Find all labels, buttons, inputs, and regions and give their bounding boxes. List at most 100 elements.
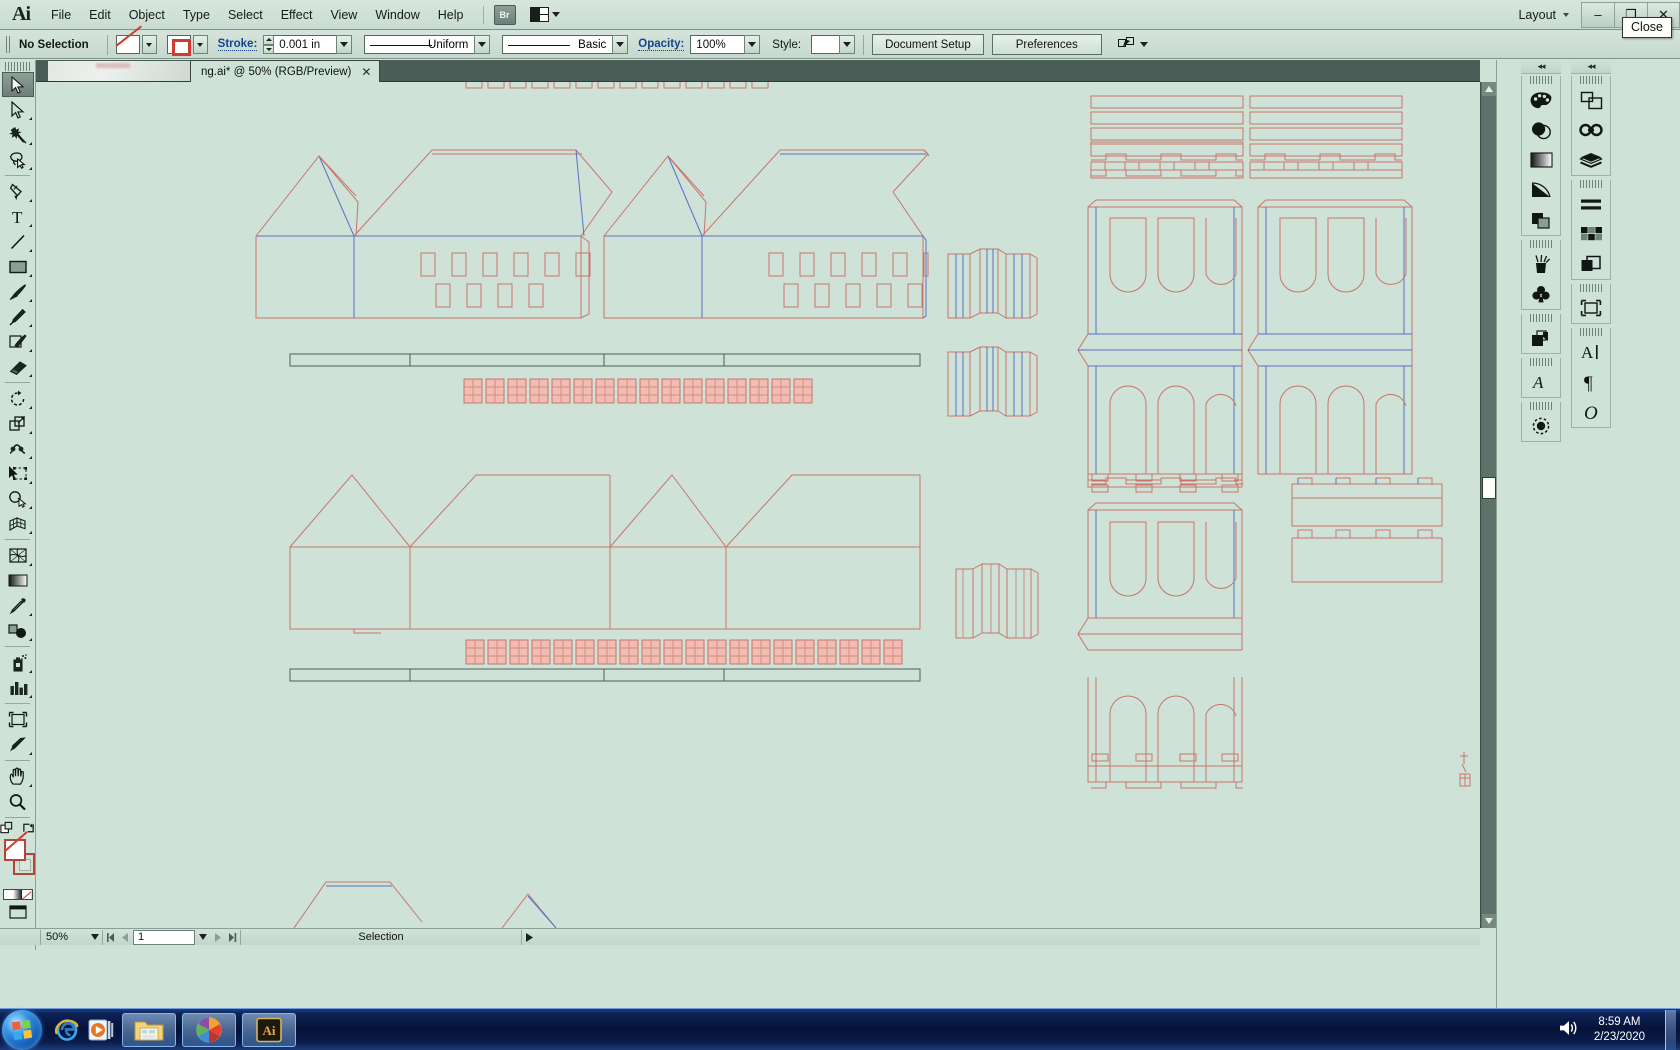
panel-group-grip[interactable]	[1580, 180, 1602, 188]
document-setup-button[interactable]: Document Setup	[872, 34, 984, 55]
magic-wand-tool[interactable]	[2, 122, 34, 147]
status-menu-icon[interactable]	[522, 930, 537, 945]
minimize-button[interactable]: –	[1581, 1, 1614, 28]
symbols-panel-icon[interactable]	[1522, 279, 1560, 309]
zoom-level-dropdown[interactable]	[87, 930, 102, 945]
pencil-tool[interactable]	[2, 304, 34, 329]
layers-panel-icon[interactable]	[1572, 145, 1610, 175]
change-screen-mode-icon[interactable]	[0, 900, 35, 924]
tools-panel-grip[interactable]	[5, 62, 30, 71]
menu-view[interactable]: View	[321, 4, 366, 26]
control-bar-grip[interactable]	[6, 36, 12, 53]
menu-window[interactable]: Window	[366, 4, 428, 26]
character-panel-icon[interactable]: A	[1572, 337, 1610, 367]
stroke-profile-combo[interactable]: Uniform	[364, 35, 491, 54]
close-icon[interactable]: ✕	[359, 65, 373, 79]
blob-brush-tool[interactable]	[2, 329, 34, 354]
blend-tool[interactable]	[2, 618, 34, 643]
previous-artboard-icon[interactable]	[118, 930, 133, 945]
menu-help[interactable]: Help	[429, 4, 473, 26]
internet-explorer-icon[interactable]	[52, 1015, 82, 1045]
fill-swatch-dropdown[interactable]	[141, 35, 157, 54]
glyphs-panel-icon[interactable]: O	[1572, 397, 1610, 427]
zoom-tool[interactable]	[2, 789, 34, 814]
document-tab[interactable]: ng.ai* @ 50% (RGB/Preview) ✕	[190, 60, 381, 82]
select-similar-objects-icon[interactable]	[1117, 36, 1136, 53]
stroke-weight-dropdown[interactable]	[336, 35, 353, 54]
panel-group-grip[interactable]	[1580, 76, 1602, 84]
scroll-up-arrow[interactable]	[1482, 82, 1496, 96]
opacity-label[interactable]: Opacity:	[638, 38, 685, 51]
stroke-red-swatch[interactable]	[166, 35, 191, 56]
status-text[interactable]: Selection	[241, 931, 521, 943]
go-to-bridge-icon[interactable]: Br	[493, 4, 516, 25]
menu-type[interactable]: Type	[174, 4, 219, 26]
brushes-panel-icon[interactable]	[1522, 249, 1560, 279]
arrange-documents-button[interactable]	[529, 7, 560, 22]
scroll-down-arrow[interactable]	[1482, 914, 1496, 928]
menu-edit[interactable]: Edit	[80, 4, 120, 26]
artboard-tool[interactable]	[2, 707, 34, 732]
color-swatch-icon[interactable]	[3, 890, 13, 899]
next-artboard-icon[interactable]	[210, 930, 225, 945]
stroke-weight-value[interactable]: 0.001 in	[274, 35, 337, 54]
panel-group-grip[interactable]	[1580, 284, 1602, 292]
show-desktop-button[interactable]	[1665, 1009, 1676, 1050]
artboards-panel-icon[interactable]	[1572, 293, 1610, 323]
stroke-weight-stepper[interactable]	[263, 35, 275, 54]
gradient-tool[interactable]	[2, 568, 34, 593]
style-value[interactable]	[811, 35, 840, 54]
opacity-dropdown[interactable]	[744, 35, 761, 54]
mesh-tool[interactable]	[2, 543, 34, 568]
zoom-level-field[interactable]: 50%	[41, 929, 87, 946]
menu-object[interactable]: Object	[120, 4, 174, 26]
stroke-label[interactable]: Stroke:	[217, 38, 258, 51]
appearance-panel-icon[interactable]	[1522, 205, 1560, 235]
paintbrush-tool[interactable]	[2, 279, 34, 304]
stroke-profile-dropdown[interactable]	[474, 35, 491, 54]
menu-select[interactable]: Select	[219, 4, 272, 26]
default-fill-stroke-icon[interactable]	[0, 821, 14, 835]
opacity-combo[interactable]: 100%	[690, 35, 761, 54]
color-guide-panel-icon[interactable]	[1522, 115, 1560, 145]
stroke-swatch-dropdown[interactable]	[192, 35, 208, 54]
menu-effect[interactable]: Effect	[272, 4, 322, 26]
shape-builder-tool[interactable]	[2, 486, 34, 511]
color-gradient-none-swatches[interactable]	[2, 889, 33, 900]
first-artboard-icon[interactable]	[103, 930, 118, 945]
links-panel-icon[interactable]	[1572, 115, 1610, 145]
rotate-tool[interactable]	[2, 386, 34, 411]
lasso-tool[interactable]	[2, 147, 34, 172]
style-dropdown[interactable]	[839, 35, 856, 54]
color-panel-icon[interactable]	[1522, 85, 1560, 115]
fill-none-swatch[interactable]	[115, 35, 140, 54]
collapse-panels-left[interactable]: ◂◂	[1521, 60, 1561, 74]
align-panel-icon[interactable]	[1572, 189, 1610, 219]
direct-selection-tool[interactable]	[2, 97, 34, 122]
graphic-styles-panel-icon[interactable]	[1522, 323, 1560, 353]
artboard-number-field[interactable]: 1	[133, 929, 195, 945]
eraser-tool[interactable]	[2, 354, 34, 379]
free-transform-tool[interactable]	[2, 461, 34, 486]
windows-explorer-taskbar-button[interactable]	[122, 1012, 176, 1047]
style-combo[interactable]	[811, 35, 856, 54]
transform-panel-icon[interactable]	[1572, 85, 1610, 115]
panel-group-grip[interactable]	[1530, 76, 1552, 84]
vertical-scroll-thumb[interactable]	[1482, 477, 1496, 499]
pathfinder-panel-icon[interactable]	[1572, 249, 1610, 279]
panel-group-grip[interactable]	[1530, 240, 1552, 248]
vertical-scrollbar[interactable]	[1480, 82, 1496, 928]
type-tool[interactable]: T	[2, 204, 34, 229]
panel-group-grip[interactable]	[1530, 314, 1552, 322]
gradient-swatch-icon[interactable]	[12, 890, 23, 899]
workspace-switcher[interactable]: Layout	[1510, 8, 1581, 22]
stroke-weight-combo[interactable]: 0.001 in	[274, 35, 353, 54]
transparency-panel-icon[interactable]	[1522, 175, 1560, 205]
opacity-value[interactable]: 100%	[690, 35, 745, 54]
panel-group-grip[interactable]	[1530, 358, 1552, 366]
type-panel-icon[interactable]: A	[1522, 367, 1560, 397]
pen-tool[interactable]	[2, 179, 34, 204]
fill-and-stroke-swatches[interactable]	[0, 839, 36, 885]
selection-tool[interactable]	[1, 72, 34, 97]
artboard-number-dropdown[interactable]	[195, 930, 210, 945]
